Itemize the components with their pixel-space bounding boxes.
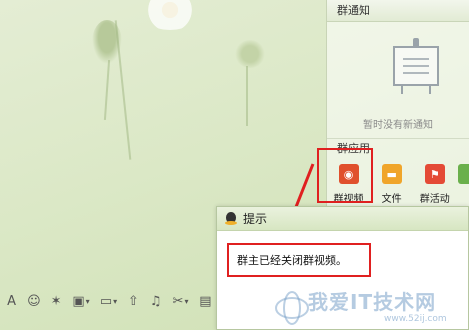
magic-icon[interactable]: ✶ bbox=[47, 291, 66, 311]
watermark-url: www.52ij.com bbox=[384, 314, 447, 324]
flag-icon: ⚑ bbox=[424, 164, 445, 184]
screenshot-icon[interactable]: ▭ ▾ bbox=[96, 291, 121, 311]
notice-panel: 暂时没有新通知 bbox=[327, 22, 469, 132]
scissors-icon[interactable]: ✂ ▾ bbox=[168, 291, 193, 311]
upload-icon[interactable]: ⇧ bbox=[124, 291, 143, 311]
flower-bud-decoration bbox=[235, 40, 265, 68]
video-highlight-box bbox=[317, 148, 373, 203]
app-file[interactable]: ▬ 文件 bbox=[372, 164, 411, 205]
dialog-titlebar: 提示 bbox=[217, 207, 468, 231]
app-group-activity[interactable]: ⚑ 群活动 bbox=[415, 164, 454, 205]
font-icon[interactable]: A bbox=[2, 291, 21, 311]
stem-decoration bbox=[246, 66, 248, 126]
qq-penguin-icon bbox=[225, 211, 237, 226]
site-watermark: 我爱IT技术网 www.52ij.com bbox=[268, 286, 469, 330]
image-icon[interactable]: ▣ ▾ bbox=[69, 291, 94, 311]
app-label: 群活动 bbox=[419, 194, 450, 205]
notice-header: 群通知 bbox=[327, 0, 469, 22]
more-app-icon bbox=[458, 164, 469, 184]
watermark-text: 我爱IT技术网 bbox=[308, 290, 437, 314]
chat-toolbar: A ☺ ✶ ▣ ▾ ▭ ▾ ⇧ ♫ ✂ ▾ ▤ bbox=[0, 290, 215, 312]
folder-icon: ▬ bbox=[381, 164, 402, 184]
dialog-message: 群主已经关闭群视频。 bbox=[227, 243, 371, 277]
flower-decoration bbox=[140, 0, 200, 30]
music-icon[interactable]: ♫ bbox=[146, 291, 165, 311]
app-label: 文件 bbox=[381, 194, 402, 205]
stem-decoration bbox=[114, 20, 132, 160]
watermark-logo-icon bbox=[275, 291, 309, 325]
stem-decoration bbox=[103, 60, 111, 120]
app-more[interactable] bbox=[458, 164, 469, 205]
emoji-icon[interactable]: ☺ bbox=[24, 291, 43, 311]
notice-empty-text: 暂时没有新通知 bbox=[363, 120, 433, 131]
dialog-title: 提示 bbox=[243, 211, 268, 226]
message-icon[interactable]: ▤ bbox=[196, 291, 215, 311]
notice-board-icon bbox=[393, 38, 439, 94]
